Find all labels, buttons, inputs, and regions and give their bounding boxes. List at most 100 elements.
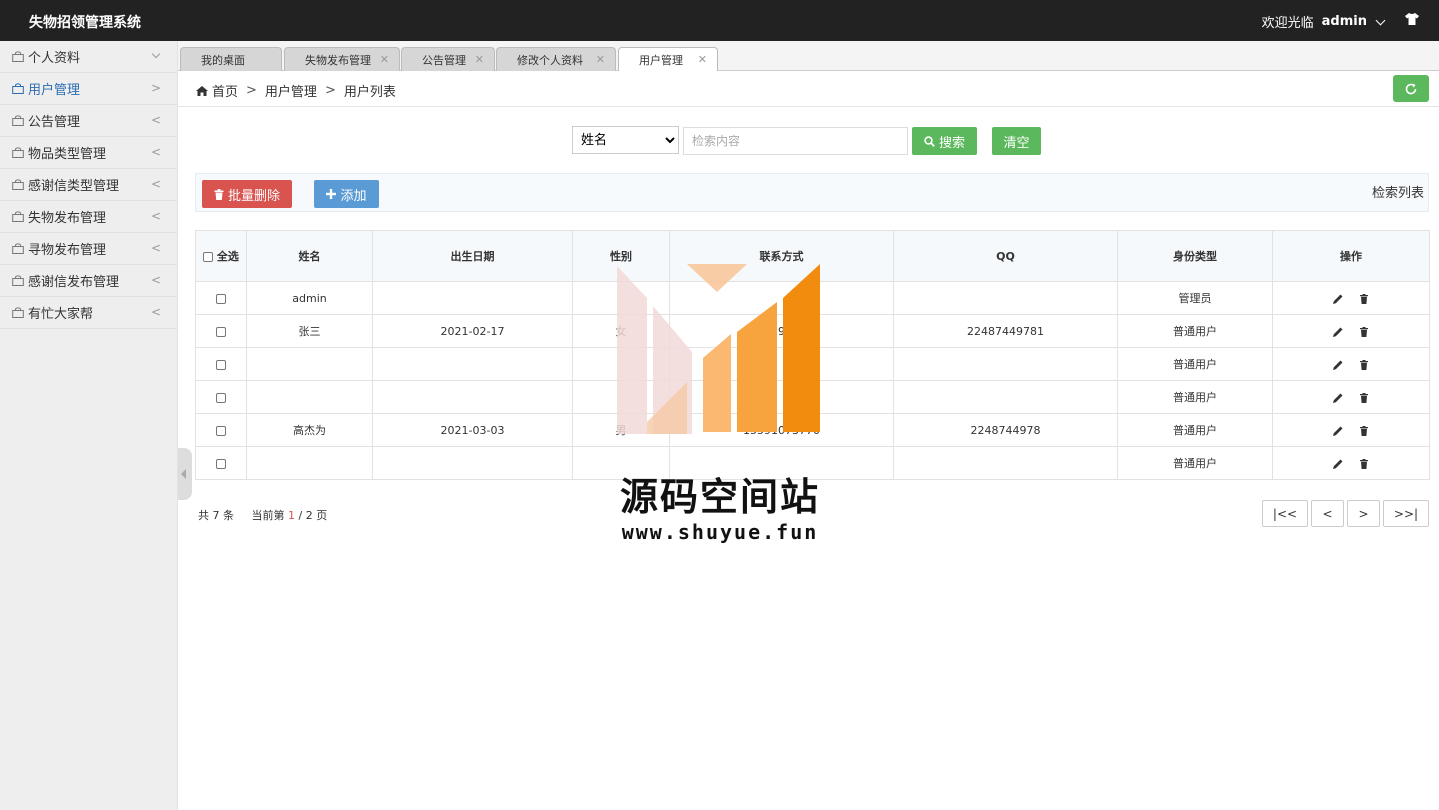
row-select-cell [195, 281, 247, 315]
trash-icon[interactable] [1359, 392, 1369, 403]
tab[interactable]: 用户管理 ✕ [618, 47, 718, 72]
cell-gender: 女 [572, 314, 670, 348]
trash-icon[interactable] [1359, 293, 1369, 304]
tab[interactable]: 失物发布管理 ✕ [284, 47, 400, 71]
select-all-label: 全选 [216, 250, 239, 263]
sidebar-item[interactable]: 公告管理 < [0, 105, 177, 137]
clear-button[interactable]: 清空 [992, 127, 1041, 155]
trash-icon [214, 188, 224, 200]
prev-page-button[interactable]: < [1311, 500, 1344, 527]
sidebar-item-label: 感谢信发布管理 [28, 275, 120, 290]
pencil-icon[interactable] [1333, 327, 1343, 337]
refresh-button[interactable] [1393, 75, 1429, 102]
trash-icon[interactable] [1359, 359, 1369, 370]
row-checkbox[interactable] [216, 458, 226, 469]
cell-qq [893, 380, 1118, 414]
first-page-button[interactable]: |<< [1262, 500, 1308, 527]
tshirt-icon[interactable] [1405, 13, 1419, 25]
cell-qq: 22487449781 [893, 314, 1118, 348]
batch-delete-label: 批量删除 [227, 188, 280, 204]
sidebar-item[interactable]: 物品类型管理 < [0, 137, 177, 169]
row-select-cell [195, 314, 247, 348]
row-actions [1272, 314, 1430, 348]
column-header: 出生日期 [372, 230, 573, 282]
pencil-icon[interactable] [1333, 360, 1343, 370]
add-button[interactable]: 添加 [314, 180, 379, 208]
cell-phone: 15591073770 [669, 413, 894, 447]
last-page-button[interactable]: >>| [1383, 500, 1429, 527]
cell-role: 普通用户 [1117, 380, 1273, 414]
tab[interactable]: 修改个人资料 ✕ [496, 47, 616, 71]
row-checkbox[interactable] [216, 392, 226, 403]
chevron-down-icon [1375, 15, 1386, 25]
sidebar-item[interactable]: 个人资料 [0, 41, 177, 73]
user-menu[interactable]: 欢迎光临 admin [1261, 12, 1386, 31]
tab-bar: 我的桌面 失物发布管理 ✕ 公告管理 ✕ 修改个人资料 ✕ 用户管理 ✕ [178, 41, 1439, 72]
column-header: QQ [893, 230, 1118, 282]
row-select-cell [195, 380, 247, 414]
close-icon[interactable]: ✕ [475, 53, 484, 66]
row-checkbox[interactable] [216, 425, 226, 436]
tab[interactable]: 公告管理 ✕ [401, 47, 495, 71]
select-all-checkbox[interactable] [203, 252, 214, 262]
column-header: 联系方式 [669, 230, 894, 282]
bag-icon [12, 179, 24, 190]
plus-icon [326, 189, 337, 199]
cell-name [246, 380, 373, 414]
row-checkbox[interactable] [216, 326, 226, 337]
search-button-label: 搜索 [938, 135, 965, 151]
search-input[interactable] [683, 127, 908, 155]
next-page-button[interactable]: > [1347, 500, 1380, 527]
breadcrumb-level1[interactable]: 用户管理 [265, 81, 317, 100]
tab-label: 我的桌面 [201, 53, 245, 67]
column-header: 操作 [1272, 230, 1430, 282]
sidebar-collapse-handle[interactable] [178, 448, 192, 500]
trash-icon[interactable] [1359, 326, 1369, 337]
sidebar-item[interactable]: 感谢信发布管理 < [0, 265, 177, 297]
pencil-icon[interactable] [1333, 393, 1343, 403]
pencil-icon[interactable] [1333, 426, 1343, 436]
table-row: 普通用户 [195, 380, 1430, 414]
pager-total-suffix: 条 [223, 509, 234, 522]
cell-phone [669, 281, 894, 315]
sidebar-item[interactable]: 失物发布管理 < [0, 201, 177, 233]
close-icon[interactable]: ✕ [596, 53, 605, 66]
close-icon[interactable]: ✕ [380, 53, 389, 66]
batch-delete-button[interactable]: 批量删除 [202, 180, 292, 208]
pencil-icon[interactable] [1333, 459, 1343, 469]
user-table: 全选 姓名 出生日期 性别 联系方式 QQ 身份类型 操作 admin 管理员 张三… [195, 230, 1430, 480]
tab-label: 修改个人资料 [517, 53, 583, 67]
breadcrumb-separator: > [246, 83, 257, 98]
refresh-icon [1405, 83, 1417, 94]
breadcrumb-separator: > [324, 83, 336, 98]
app-title: 失物招领管理系统 [29, 15, 141, 31]
sidebar-item[interactable]: 有忙大家帮 < [0, 297, 177, 329]
username: admin [1321, 14, 1367, 29]
search-button[interactable]: 搜索 [912, 127, 977, 155]
row-select-cell [195, 446, 247, 480]
row-checkbox[interactable] [216, 293, 226, 304]
cell-qq [893, 347, 1118, 381]
close-icon[interactable]: ✕ [698, 53, 707, 66]
pager-total: 7 [212, 509, 220, 522]
pager-total-prefix: 共 [198, 509, 209, 522]
cell-birth [372, 446, 573, 480]
bag-icon [12, 275, 24, 286]
sidebar-item[interactable]: 寻物发布管理 < [0, 233, 177, 265]
top-header: 失物招领管理系统 欢迎光临 admin [0, 0, 1439, 41]
sidebar-item[interactable]: 用户管理 > [0, 73, 177, 105]
breadcrumb: 首页 > 用户管理 > 用户列表 [196, 81, 396, 100]
cell-birth [372, 347, 573, 381]
sidebar-item-arrow: < [150, 145, 161, 159]
search-field-select[interactable]: 姓名 [572, 126, 679, 154]
breadcrumb-home[interactable]: 首页 [212, 81, 238, 100]
cell-role: 管理员 [1117, 281, 1273, 315]
welcome-text: 欢迎光临 [1261, 16, 1314, 31]
pencil-icon[interactable] [1333, 294, 1343, 304]
trash-icon[interactable] [1359, 425, 1369, 436]
sidebar-item[interactable]: 感谢信类型管理 < [0, 169, 177, 201]
row-checkbox[interactable] [216, 359, 226, 370]
tab[interactable]: 我的桌面 [180, 47, 282, 71]
trash-icon[interactable] [1359, 458, 1369, 469]
sidebar: 个人资料 用户管理 > 公告管理 < 物品类型管理 < 感谢信类型管理 < 失物发布管理 < 寻物发布… [0, 41, 178, 810]
